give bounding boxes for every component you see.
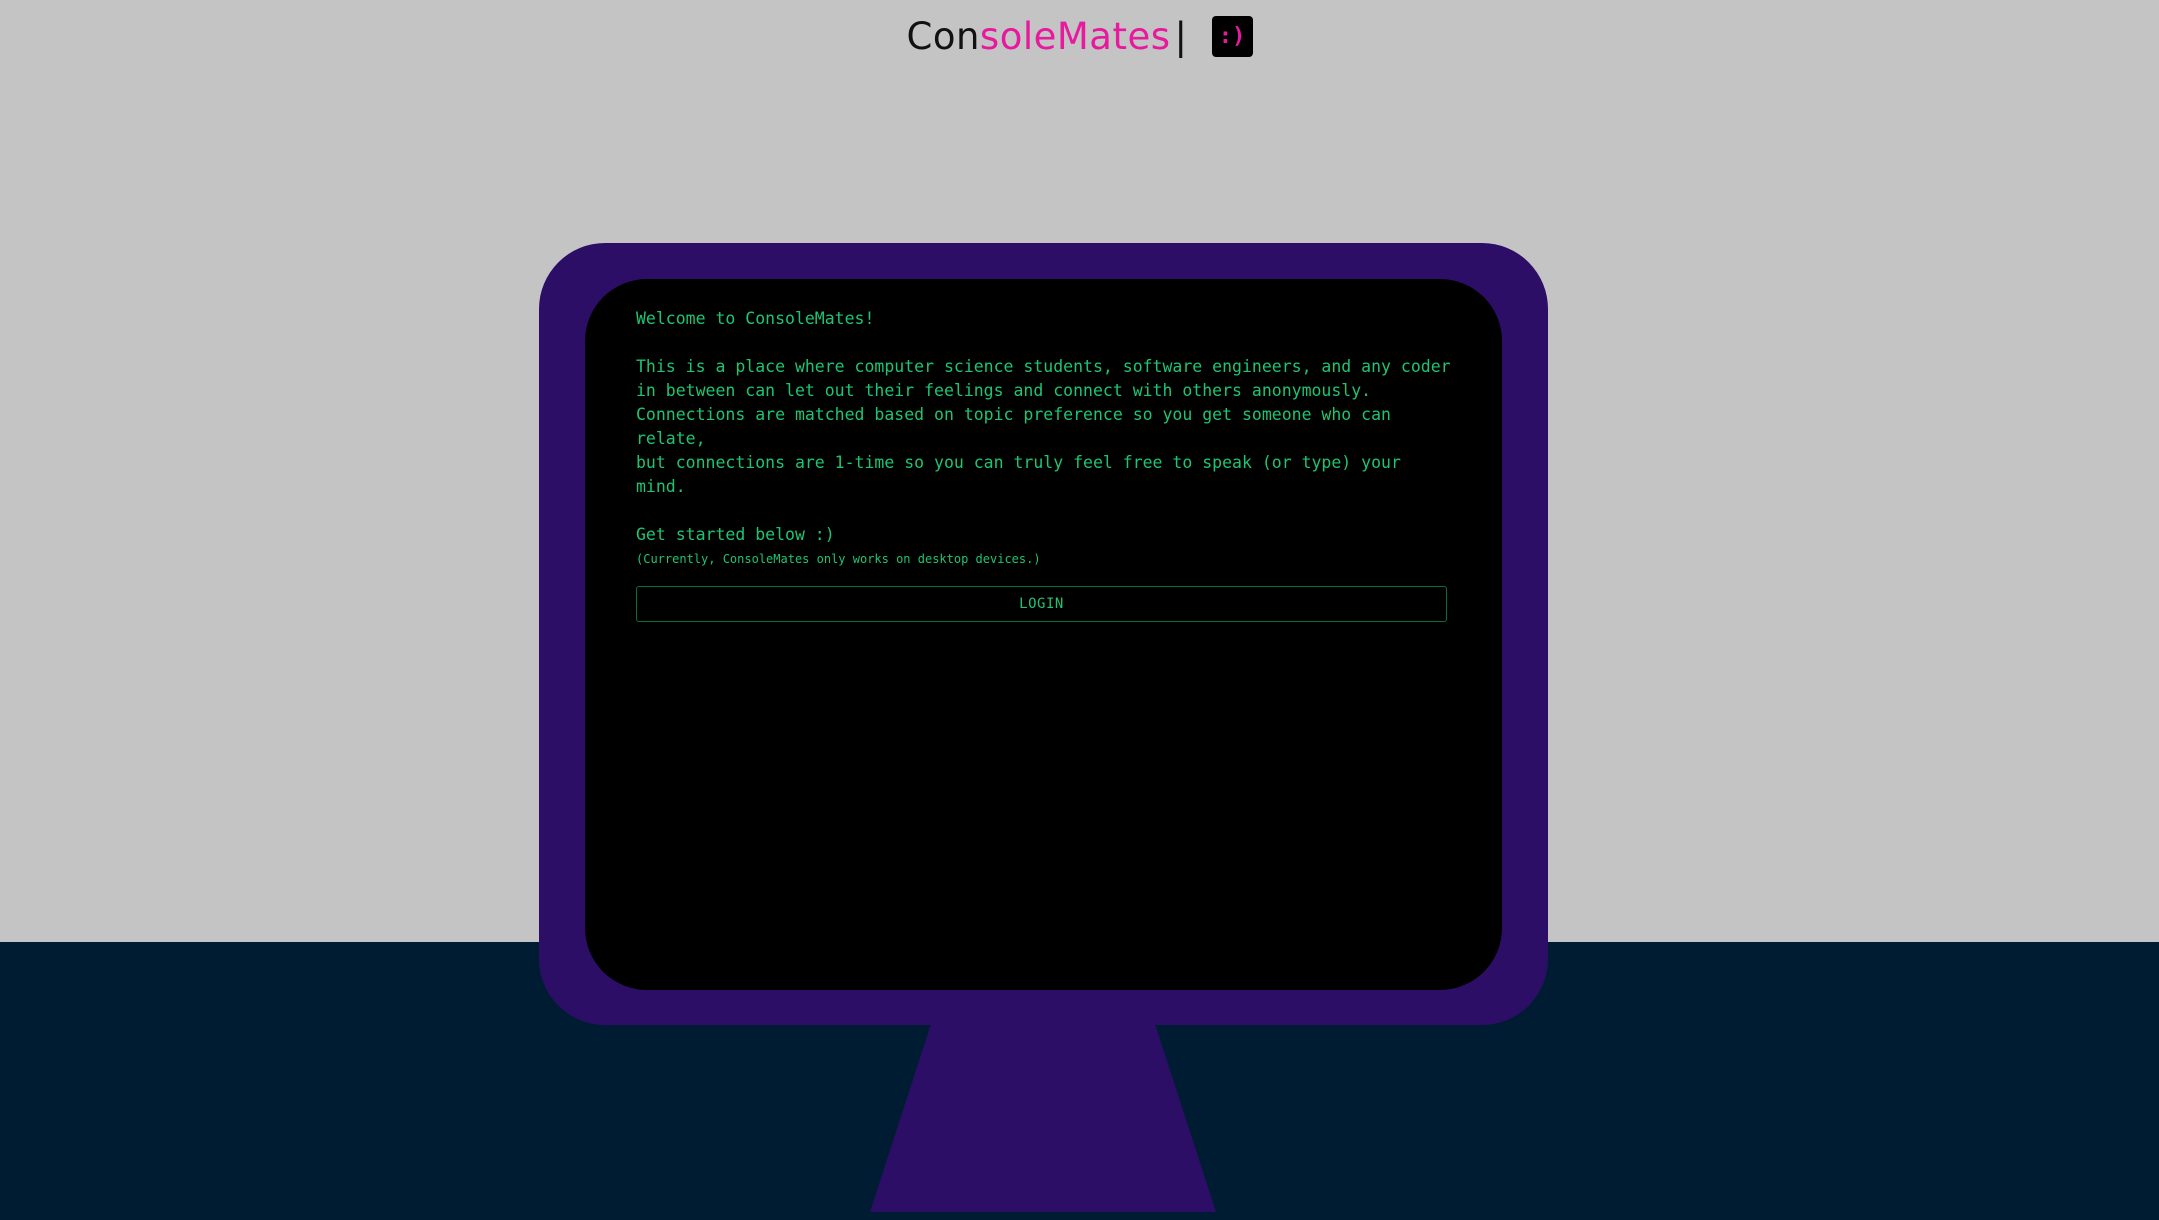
smiley-icon: :) (1211, 15, 1253, 57)
welcome-heading: Welcome to ConsoleMates! (636, 309, 875, 328)
monitor-frame: Welcome to ConsoleMates! This is a place… (539, 243, 1548, 1025)
brand-name-part2: soleMates (979, 14, 1171, 58)
terminal-text: Welcome to ConsoleMates! This is a place… (636, 307, 1456, 569)
description-line: in between can let out their feelings an… (636, 381, 1372, 400)
brand-logo[interactable]: Con soleMates | (906, 15, 1187, 58)
monitor-screen: Welcome to ConsoleMates! This is a place… (585, 279, 1502, 990)
brand-name-part1: Con (906, 14, 980, 58)
description-line: but connections are 1-time so you can tr… (636, 453, 1401, 496)
description-line: This is a place where computer science s… (636, 357, 1451, 376)
get-started-text: Get started below :) (636, 525, 835, 544)
login-button[interactable]: LOGIN (636, 586, 1447, 622)
header: Con soleMates | :) (0, 10, 2159, 62)
brand-cursor: | (1174, 14, 1188, 58)
desktop-only-note: (Currently, ConsoleMates only works on d… (636, 552, 1041, 566)
description-line: Connections are matched based on topic p… (636, 405, 1391, 448)
